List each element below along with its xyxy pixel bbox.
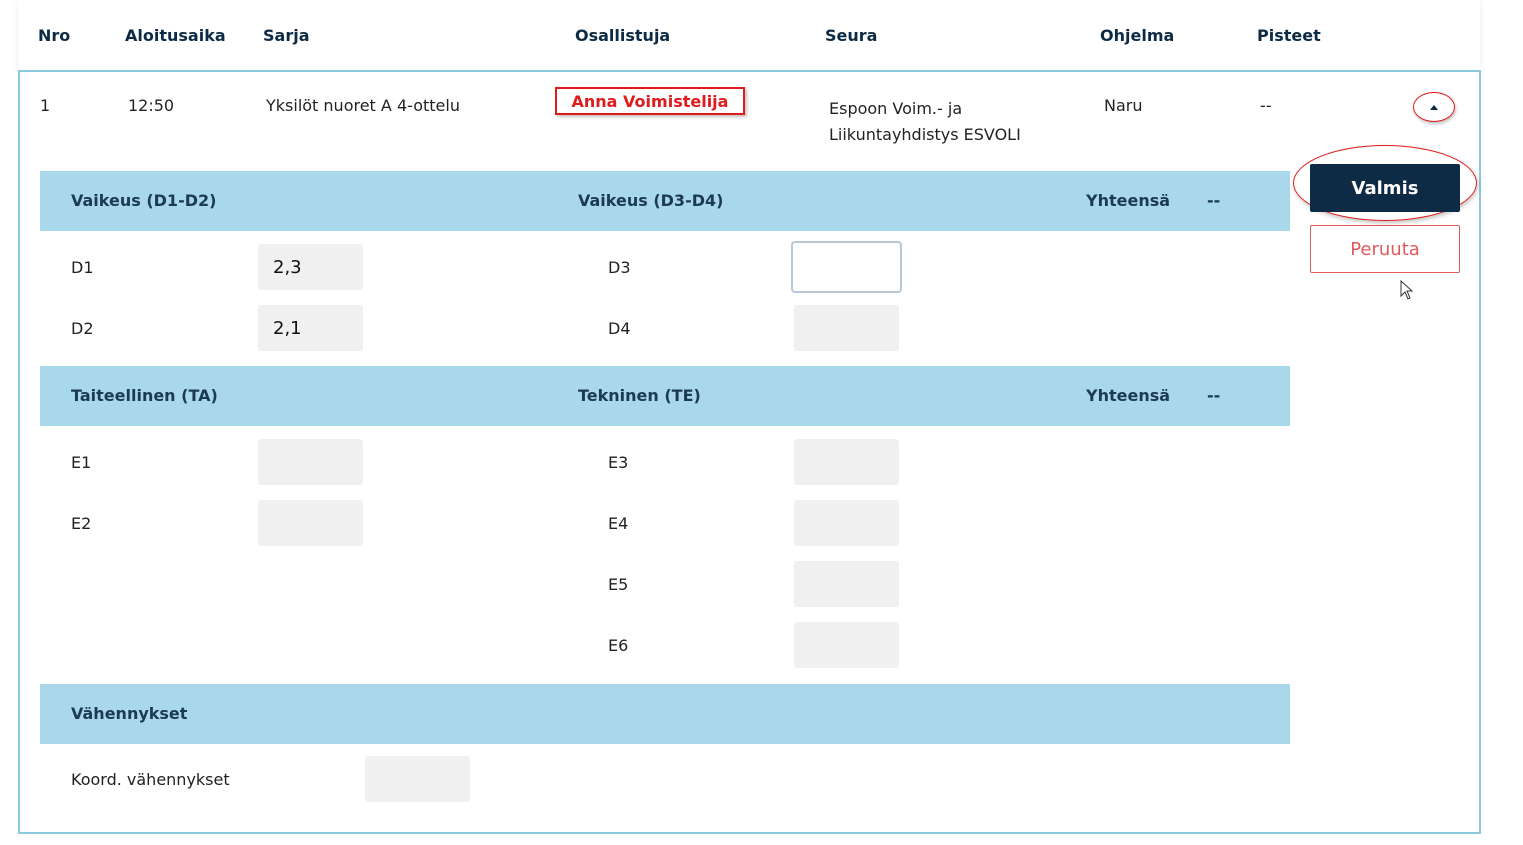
coord-deductions-label: Koord. vähennykset <box>71 770 230 789</box>
d3-input[interactable] <box>791 241 902 293</box>
header-participant: Osallistuja <box>575 26 671 45</box>
header-club: Seura <box>825 26 878 45</box>
collapse-row-button[interactable] <box>1413 92 1455 122</box>
execution-total-value: -- <box>1207 386 1221 405</box>
cancel-button[interactable]: Peruuta <box>1310 225 1460 273</box>
d4-input[interactable] <box>794 305 899 351</box>
e6-label: E6 <box>608 636 629 655</box>
difficulty-left-title: Vaikeus (D1-D2) <box>71 191 217 210</box>
row-start-time: 12:50 <box>128 96 175 115</box>
header-points: Pisteet <box>1257 26 1321 45</box>
done-button[interactable]: Valmis <box>1310 164 1460 212</box>
e1-input[interactable] <box>258 439 363 485</box>
row-series: Yksilöt nuoret A 4-ottelu <box>266 96 460 115</box>
d2-label: D2 <box>71 319 94 338</box>
d3-label: D3 <box>608 258 631 277</box>
header-start-time: Aloitusaika <box>125 26 226 45</box>
coord-deductions-input[interactable] <box>365 756 470 802</box>
execution-total-label: Yhteensä <box>1086 386 1171 405</box>
d1-label: D1 <box>71 258 94 277</box>
header-nro: Nro <box>38 26 71 45</box>
e2-label: E2 <box>71 514 92 533</box>
e4-input[interactable] <box>794 500 899 546</box>
difficulty-total-value: -- <box>1207 191 1221 210</box>
e6-input[interactable] <box>794 622 899 668</box>
e3-label: E3 <box>608 453 629 472</box>
execution-left-title: Taiteellinen (TA) <box>71 386 218 405</box>
difficulty-total-label: Yhteensä <box>1086 191 1171 210</box>
club-line-1: Espoon Voim.- ja <box>829 99 963 118</box>
d2-input[interactable]: 2,1 <box>258 305 363 351</box>
row-points: -- <box>1260 96 1272 115</box>
difficulty-band: Vaikeus (D1-D2) Vaikeus (D3-D4) Yhteensä… <box>40 171 1290 231</box>
execution-right-title: Tekninen (TE) <box>578 386 701 405</box>
deductions-title: Vähennykset <box>71 704 188 723</box>
d4-label: D4 <box>608 319 631 338</box>
e4-label: E4 <box>608 514 629 533</box>
d1-input[interactable]: 2,3 <box>258 244 363 290</box>
row-program: Naru <box>1104 96 1143 115</box>
participant-name: Anna Voimistelija <box>555 87 745 115</box>
execution-band: Taiteellinen (TA) Tekninen (TE) Yhteensä… <box>40 366 1290 426</box>
e2-input[interactable] <box>258 500 363 546</box>
e5-label: E5 <box>608 575 629 594</box>
table-header: Nro Aloitusaika Sarja Osallistuja Seura … <box>18 0 1480 70</box>
header-series: Sarja <box>263 26 310 45</box>
header-program: Ohjelma <box>1100 26 1175 45</box>
difficulty-right-title: Vaikeus (D3-D4) <box>578 191 724 210</box>
mouse-cursor-icon <box>1400 280 1414 300</box>
e3-input[interactable] <box>794 439 899 485</box>
e1-label: E1 <box>71 453 92 472</box>
e5-input[interactable] <box>794 561 899 607</box>
club-line-2: Liikuntayhdistys ESVOLI <box>829 125 1021 144</box>
chevron-up-icon <box>1430 104 1438 110</box>
row-club: Espoon Voim.- ja Liikuntayhdistys ESVOLI <box>829 96 1021 148</box>
deductions-band: Vähennykset <box>40 684 1290 744</box>
row-nro: 1 <box>40 96 51 115</box>
